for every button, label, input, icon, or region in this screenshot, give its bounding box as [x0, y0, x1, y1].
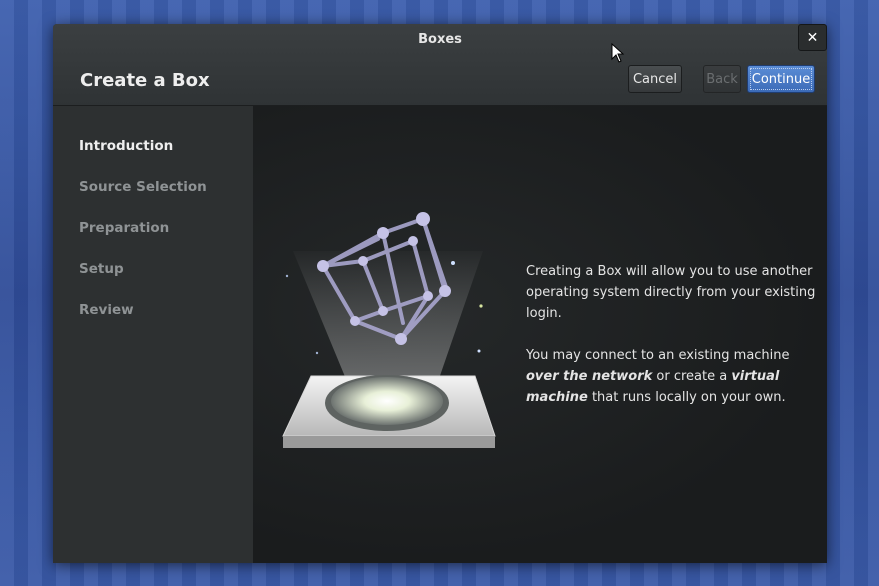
window-title: Boxes	[418, 32, 462, 47]
mouse-pointer-icon	[611, 43, 625, 63]
over-the-network-emphasis: over the network	[526, 369, 653, 384]
intro-paragraph-1: Creating a Box will allow you to use ano…	[526, 264, 816, 321]
page-title: Create a Box	[80, 70, 210, 91]
intro-paragraph-2: You may connect to an existing machine o…	[526, 345, 826, 408]
step-introduction: Introduction	[79, 138, 174, 154]
step-source-selection: Source Selection	[79, 179, 207, 195]
p2-text-c: or create a	[652, 369, 732, 384]
boxes-window: Boxes Create a Box Cancel Back Continue …	[53, 24, 827, 563]
continue-button[interactable]: Continue	[747, 65, 815, 93]
wizard-steps-sidebar: Introduction Source Selection Preparatio…	[53, 106, 253, 563]
introduction-text: Creating a Box will allow you to use ano…	[526, 261, 826, 429]
introduction-page: Creating a Box will allow you to use ano…	[253, 106, 827, 563]
hypercube-box-icon	[282, 212, 496, 448]
cancel-button[interactable]: Cancel	[628, 65, 682, 93]
back-button[interactable]: Back	[703, 65, 741, 93]
p2-text-a: You may connect to an existing machine	[526, 348, 790, 363]
close-button[interactable]: ✕	[798, 24, 827, 51]
p2-text-e: that runs locally on your own.	[587, 390, 786, 405]
header-bar: Boxes Create a Box Cancel Back Continue	[53, 24, 827, 106]
step-setup: Setup	[79, 261, 124, 277]
step-review: Review	[79, 302, 134, 318]
step-preparation: Preparation	[79, 220, 170, 236]
